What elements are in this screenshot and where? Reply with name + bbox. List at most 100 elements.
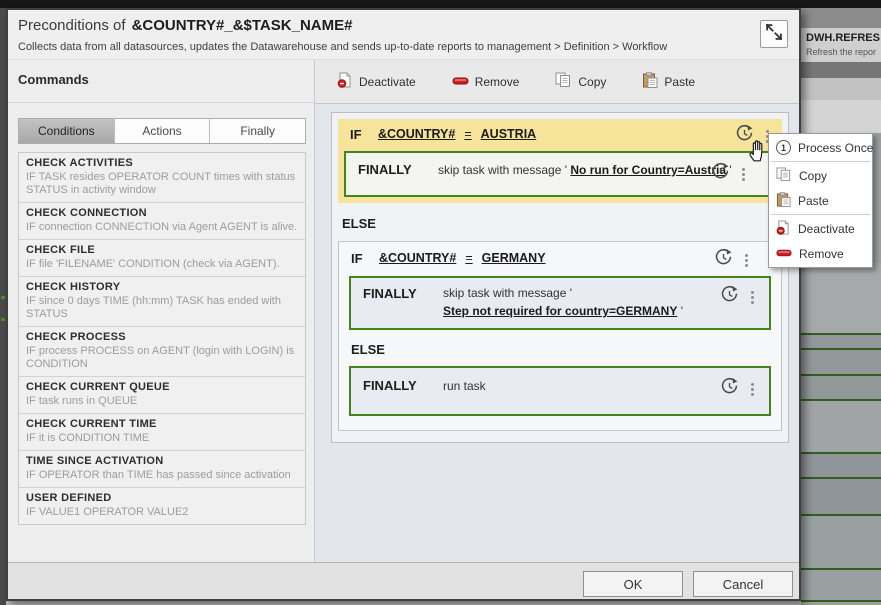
ok-button[interactable]: OK <box>583 571 683 597</box>
remove-button[interactable]: Remove <box>452 75 520 89</box>
background-band <box>801 78 881 100</box>
list-item-user-defined[interactable]: USER DEFINED IF VALUE1 OPERATOR VALUE2 <box>19 488 305 524</box>
menu-item-label: Copy <box>799 169 827 183</box>
tab-actions[interactable]: Actions <box>115 119 211 143</box>
menu-item-label: Remove <box>799 247 844 261</box>
divider <box>8 102 315 103</box>
menu-item-label: Paste <box>798 194 829 208</box>
menu-item-remove[interactable]: Remove <box>769 241 872 266</box>
background-green-mark <box>1 296 5 299</box>
variable-link[interactable]: &COUNTRY# <box>378 127 455 141</box>
menu-item-copy[interactable]: Copy <box>769 163 872 188</box>
conditions-list: CHECK ACTIVITIES IF TASK resides OPERATO… <box>18 152 306 525</box>
if-austria-actions <box>735 124 772 148</box>
commands-tabs: Conditions Actions Finally <box>18 118 306 144</box>
dialog-header: Preconditions of&COUNTRY#_&$TASK_NAME# C… <box>8 10 799 60</box>
deactivate-icon <box>776 220 791 238</box>
kebab-menu-icon[interactable] <box>739 166 748 183</box>
list-item-check-file[interactable]: CHECK FILE IF file 'FILENAME' CONDITION … <box>19 240 305 277</box>
list-item-check-history[interactable]: CHECK HISTORY IF since 0 days TIME (hh:m… <box>19 277 305 327</box>
paste-button[interactable]: Paste <box>642 72 695 91</box>
finally-run-actions <box>720 377 757 401</box>
else-label-1: ELSE <box>342 216 376 231</box>
menu-item-paste[interactable]: Paste <box>769 188 872 213</box>
list-item-title: CHECK ACTIVITIES <box>26 157 298 170</box>
list-item-check-current-queue[interactable]: CHECK CURRENT QUEUE IF task runs in QUEU… <box>19 377 305 414</box>
if-austria-expression: &COUNTRY# = AUSTRIA <box>378 127 536 141</box>
menu-item-label: Deactivate <box>798 222 855 236</box>
dialog-title: Preconditions of&COUNTRY#_&$TASK_NAME# <box>18 17 352 34</box>
finally-keyword: FINALLY <box>363 286 417 301</box>
menu-item-process-once[interactable]: 1 Process Once <box>769 135 872 160</box>
finally-austria-text: skip task with message ' No run for Coun… <box>438 163 732 177</box>
list-item-check-activities[interactable]: CHECK ACTIVITIES IF TASK resides OPERATO… <box>19 153 305 203</box>
screen: DWH.REFRES Refresh the repor Preconditio… <box>0 0 881 605</box>
value-link[interactable]: GERMANY <box>482 251 546 265</box>
dialog-title-object: &COUNTRY#_&$TASK_NAME# <box>132 17 353 34</box>
paste-label: Paste <box>664 75 695 89</box>
expand-icon <box>763 21 785 48</box>
value-link[interactable]: AUSTRIA <box>481 127 537 141</box>
tab-finally[interactable]: Finally <box>210 119 305 143</box>
process-once-icon[interactable] <box>720 285 739 309</box>
paste-icon <box>642 72 658 91</box>
finally-block-germany[interactable]: FINALLY skip task with message ' Step no… <box>349 276 771 330</box>
finally-message-link[interactable]: No run for Country=Austria <box>570 163 726 177</box>
process-once-icon[interactable] <box>735 124 754 148</box>
copy-icon <box>776 167 792 185</box>
tab-conditions[interactable]: Conditions <box>19 119 115 143</box>
variable-link[interactable]: &COUNTRY# <box>379 251 456 265</box>
list-item-desc: IF since 0 days TIME (hh:mm) TASK has en… <box>26 295 298 321</box>
copy-icon <box>555 72 572 91</box>
background-row-divider <box>801 452 881 454</box>
operator-link[interactable]: = <box>464 127 471 141</box>
background-row-divider <box>801 333 881 335</box>
dialog-footer: OK Cancel <box>8 562 799 599</box>
if-germany-header: IF &COUNTRY# = GERMANY <box>339 242 781 274</box>
operator-link[interactable]: = <box>465 251 472 265</box>
process-once-icon[interactable] <box>714 248 733 272</box>
if-block-austria[interactable]: IF &COUNTRY# = AUSTRIA <box>338 119 782 203</box>
copy-label: Copy <box>578 75 606 89</box>
expand-button[interactable] <box>760 20 788 48</box>
list-item-time-since-activation[interactable]: TIME SINCE ACTIVATION IF OPERATOR than T… <box>19 451 305 488</box>
background-row-divider <box>801 600 881 602</box>
copy-button[interactable]: Copy <box>555 72 606 91</box>
kebab-menu-icon[interactable] <box>748 289 757 306</box>
commands-panel: Commands Conditions Actions Finally CHEC… <box>8 60 315 562</box>
finally-text-suffix: ' <box>681 304 683 318</box>
process-once-icon[interactable] <box>720 377 739 401</box>
remove-icon <box>776 247 792 261</box>
background-band <box>801 100 881 133</box>
deactivate-button[interactable]: Deactivate <box>337 72 416 91</box>
remove-label: Remove <box>475 75 520 89</box>
kebab-menu-icon[interactable] <box>742 252 751 269</box>
background-row-divider <box>801 477 881 479</box>
list-item-check-connection[interactable]: CHECK CONNECTION IF connection CONNECTIO… <box>19 203 305 240</box>
list-item-title: CHECK CURRENT QUEUE <box>26 381 298 394</box>
list-item-check-process[interactable]: CHECK PROCESS IF process PROCESS on AGEN… <box>19 327 305 377</box>
finally-block-austria[interactable]: FINALLY skip task with message ' No run … <box>344 151 776 197</box>
list-item-check-current-time[interactable]: CHECK CURRENT TIME IF it is CONDITION TI… <box>19 414 305 451</box>
finally-message-link[interactable]: Step not required for country=GERMANY <box>443 304 677 318</box>
if-keyword: IF <box>351 251 363 266</box>
kebab-menu-icon[interactable] <box>748 381 757 398</box>
dialog-title-prefix: Preconditions of <box>18 17 126 34</box>
menu-item-label: Process Once <box>798 141 873 155</box>
list-item-desc: IF TASK resides OPERATOR COUNT times wit… <box>26 171 298 197</box>
background-table-row <box>801 514 881 605</box>
if-block-germany-group[interactable]: IF &COUNTRY# = GERMANY <box>338 241 782 431</box>
list-item-desc: IF process PROCESS on AGENT (login with … <box>26 345 298 371</box>
finally-germany-actions <box>720 285 757 309</box>
background-row-divider <box>801 348 881 350</box>
commands-header: Commands <box>18 72 89 87</box>
list-item-title: USER DEFINED <box>26 492 298 505</box>
else-label-2: ELSE <box>351 342 385 357</box>
menu-divider <box>771 161 870 162</box>
menu-item-deactivate[interactable]: Deactivate <box>769 216 872 241</box>
finally-germany-text-line2: Step not required for country=GERMANY ' <box>443 304 683 318</box>
process-once-icon[interactable] <box>711 162 730 186</box>
cancel-button[interactable]: Cancel <box>693 571 793 597</box>
workflow-container: IF &COUNTRY# = AUSTRIA <box>331 112 789 443</box>
finally-block-run-task[interactable]: FINALLY run task <box>349 366 771 416</box>
